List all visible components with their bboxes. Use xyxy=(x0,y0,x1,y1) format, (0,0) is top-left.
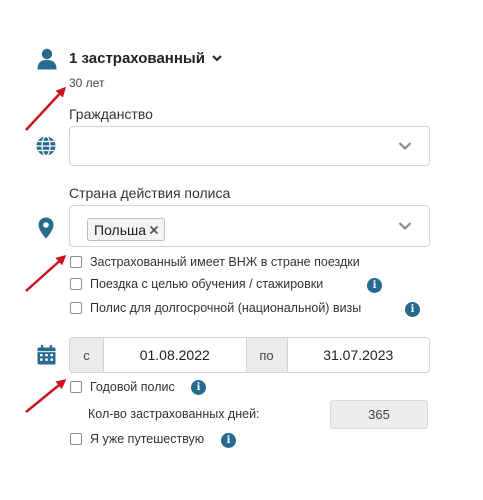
chevron-down-icon xyxy=(212,55,222,62)
option-residence-permit[interactable]: Застрахованный имеет ВНЖ в стране поездк… xyxy=(70,255,360,269)
policy-country-label: Страна действия полиса xyxy=(69,185,231,201)
country-tag-label: Польша xyxy=(94,221,147,238)
citizenship-label: Гражданство xyxy=(69,106,153,122)
option-study-trip[interactable]: Поездка с целью обучения / стажировки xyxy=(70,277,323,291)
chevron-down-icon xyxy=(398,222,412,231)
insured-days-field: 365 xyxy=(330,400,428,429)
policy-country-select[interactable]: Польша xyxy=(69,205,430,247)
option-label: Застрахованный имеет ВНЖ в стране поездк… xyxy=(90,255,360,269)
close-icon[interactable] xyxy=(149,225,159,235)
date-to-prefix: по xyxy=(245,338,288,372)
annual-policy-checkbox[interactable] xyxy=(70,381,82,393)
calendar-icon xyxy=(37,345,56,365)
insured-days-label: Кол-во застрахованных дней: xyxy=(88,407,260,421)
arrow-to-age xyxy=(25,86,67,131)
option-long-term-visa[interactable]: Полис для долгосрочной (национальной) ви… xyxy=(70,301,361,315)
date-range: с 01.08.2022 по 31.07.2023 xyxy=(69,337,430,373)
option-already-traveling[interactable]: Я уже путешествую xyxy=(70,432,204,446)
date-to-input[interactable]: 31.07.2023 xyxy=(288,338,430,372)
insured-age: 30 лет xyxy=(69,76,105,90)
option-annual-policy[interactable]: Годовой полис xyxy=(70,380,175,394)
annual-policy-label: Годовой полис xyxy=(90,380,175,394)
date-from-input[interactable]: 01.08.2022 xyxy=(104,338,246,372)
info-icon[interactable]: i xyxy=(367,278,382,293)
globe-icon xyxy=(36,136,56,156)
study-trip-checkbox[interactable] xyxy=(70,278,82,290)
arrow-to-residence-checkbox xyxy=(25,254,67,292)
date-from-prefix: с xyxy=(70,338,104,372)
info-icon[interactable]: i xyxy=(191,380,206,395)
arrow-to-annual-policy xyxy=(25,379,67,413)
long-term-visa-checkbox[interactable] xyxy=(70,302,82,314)
residence-permit-checkbox[interactable] xyxy=(70,256,82,268)
location-pin-icon xyxy=(38,217,54,239)
option-label: Поездка с целью обучения / стажировки xyxy=(90,277,324,291)
already-traveling-checkbox[interactable] xyxy=(70,433,82,445)
already-traveling-label: Я уже путешествую xyxy=(90,432,205,446)
info-icon[interactable]: i xyxy=(221,433,236,448)
citizenship-select[interactable] xyxy=(69,126,430,166)
option-label: Полис для долгосрочной (национальной) ви… xyxy=(90,301,362,315)
insured-count-label: 1 застрахованный xyxy=(69,50,205,67)
insured-count-toggle[interactable]: 1 застрахованный xyxy=(69,50,222,67)
info-icon[interactable]: i xyxy=(405,302,420,317)
country-tag: Польша xyxy=(87,218,166,241)
person-icon xyxy=(37,48,57,70)
chevron-down-icon xyxy=(398,142,412,151)
